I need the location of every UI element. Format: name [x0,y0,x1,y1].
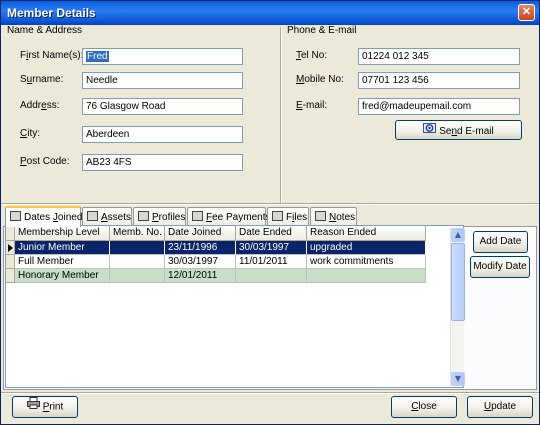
table-cell[interactable] [110,241,165,255]
print-label: Print [42,401,64,413]
assets-icon [87,211,98,221]
phone-email-label: Tel No: [296,50,328,61]
name-address-input[interactable]: 76 Glasgow Road [82,98,243,115]
name-address-label: Address: [20,100,60,111]
name-address-input[interactable]: AB23 4FS [82,154,243,171]
phone-email-group-label: Phone & E-mail [287,25,357,36]
name-address-label: City: [20,128,41,139]
table-cell[interactable] [236,269,307,283]
scroll-thumb[interactable] [451,243,465,321]
row-header[interactable] [6,269,15,283]
name-address-label: Surname: [20,74,64,85]
column-header[interactable]: Membership Level [15,226,110,241]
table-cell[interactable] [110,255,165,269]
table-cell[interactable]: 23/11/1996 [165,241,236,255]
printer-icon [26,397,40,417]
column-header[interactable]: Date Joined [165,226,236,241]
table-cell[interactable]: 12/01/2011 [165,269,236,283]
close-button[interactable]: Close [391,396,457,418]
notes-icon [315,211,326,221]
phone-email-input[interactable]: 07701 123 456 [358,72,520,89]
money-icon [192,211,203,221]
table-cell[interactable]: 11/01/2011 [236,255,307,269]
name-address-group-label: Name & Address [7,25,83,36]
tab-assets[interactable]: Assets [82,207,132,226]
grid-corner [6,226,15,241]
tab-dates-joined[interactable]: Dates Joined [5,206,82,227]
name-address-label: First Name(s): [20,50,84,61]
send-email-button[interactable]: Send E-mail [395,120,522,140]
table-cell[interactable]: Honorary Member [15,269,110,283]
row-header[interactable] [6,241,15,255]
table-cell[interactable]: work commitments [307,255,426,269]
column-header[interactable]: Date Ended [236,226,307,241]
modify-date-button[interactable]: Modify Date [470,256,530,278]
name-address-input[interactable]: Needle [82,72,243,89]
table-cell[interactable]: 30/03/1997 [236,241,307,255]
phone-email-label: E-mail: [296,100,328,111]
table-row[interactable]: Full Member 30/03/1997 11/01/2011 work comm… [6,255,426,269]
scroll-down-icon[interactable]: ▼ [451,372,465,386]
tab-fee-payments[interactable]: Fee Payments [187,207,270,226]
add-date-button[interactable]: Add Date [473,231,528,253]
tab-notes[interactable]: Notes [310,207,357,226]
name-address-input[interactable]: Fred [82,48,243,65]
print-button[interactable]: Print [12,396,78,418]
close-window-button[interactable]: ✕ [518,4,535,21]
row-header[interactable] [6,255,15,269]
section-divider [1,203,539,205]
table-cell[interactable] [110,269,165,283]
update-button[interactable]: Update [467,396,533,418]
calendar-icon [10,211,21,221]
tab-profiles[interactable]: Profiles [133,207,186,226]
window-title: Member Details [7,6,96,20]
scroll-up-icon[interactable]: ▲ [451,228,465,242]
footer-divider [1,392,539,394]
phone-email-input[interactable]: fred@madeupemail.com [358,98,520,115]
tab-files[interactable]: Files [267,207,309,226]
phone-email-label: Mobile No: [296,74,344,85]
table-cell[interactable] [307,269,426,283]
membership-grid[interactable]: Membership Level Memb. No. Date Joined Date… [5,225,464,388]
group-divider [280,27,282,203]
phone-email-input[interactable]: 01224 012 345 [358,48,520,65]
table-cell[interactable]: upgraded [307,241,426,255]
table-cell[interactable]: 30/03/1997 [165,255,236,269]
table-cell[interactable]: Full Member [15,255,110,269]
grid-vertical-scrollbar[interactable]: ▲ ▼ [450,228,465,386]
table-row[interactable]: Honorary Member 12/01/2011 [6,269,426,283]
table-cell[interactable]: Junior Member [15,241,110,255]
name-address-label: Post Code: [20,156,70,167]
title-bar: Member Details ✕ [1,1,539,25]
member-details-window: Member Details ✕ Name & Address First Na… [0,0,540,425]
grid-header: Membership Level Memb. No. Date Joined Date… [6,226,426,241]
column-header[interactable]: Reason Ended [307,226,426,241]
email-icon [423,121,437,142]
profiles-icon [138,211,149,221]
table-row[interactable]: Junior Member 23/11/1996 30/03/1997 upgrade… [6,241,426,255]
row-pointer-icon [8,244,13,252]
files-icon [272,211,283,221]
send-email-label: Send E-mail [439,126,494,138]
name-address-input[interactable]: Aberdeen [82,126,243,143]
detail-tabs: Dates Joined Assets Profiles Fee Payments Fi… [3,206,537,227]
column-header[interactable]: Memb. No. [110,226,165,241]
